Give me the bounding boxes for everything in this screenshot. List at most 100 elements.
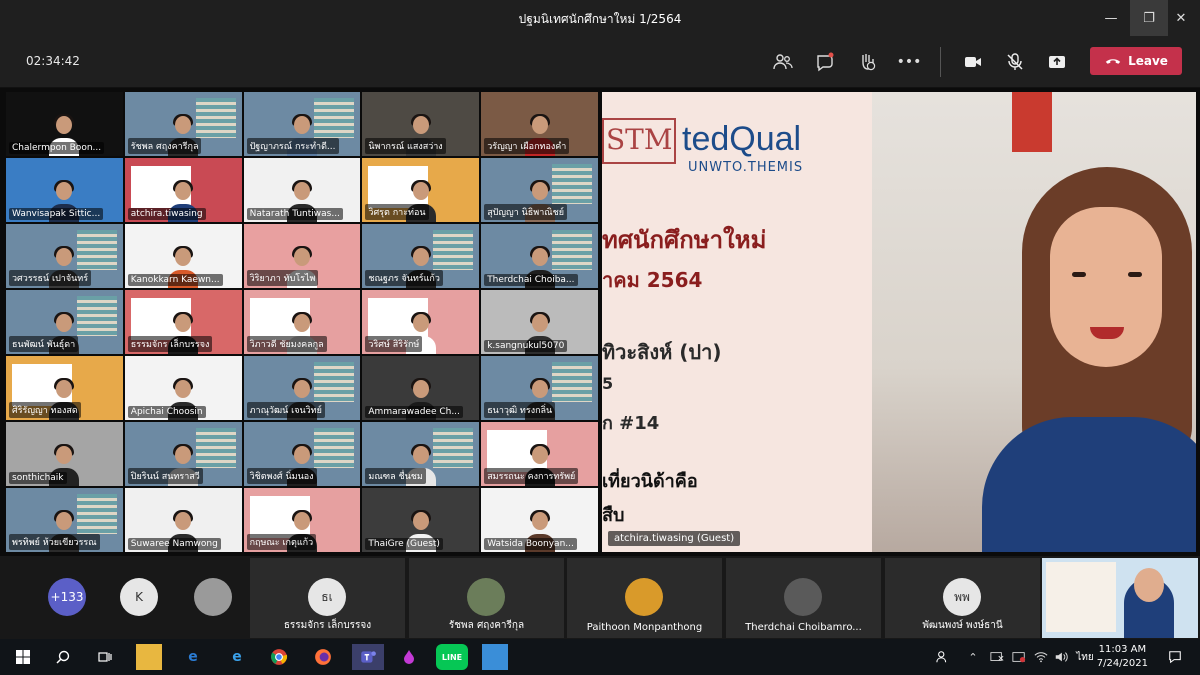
participant-name: Watsida Boonyan... bbox=[484, 538, 577, 550]
participant-tile[interactable]: นิพากรณ์ แสงสว่าง bbox=[362, 92, 480, 156]
participant-tile[interactable]: k.sangnukul5070 bbox=[481, 290, 598, 354]
building-background-image bbox=[195, 98, 236, 138]
building-background-image bbox=[76, 230, 117, 270]
chrome-icon[interactable] bbox=[266, 644, 292, 670]
participant-card[interactable]: Therdchai Choibamro... bbox=[726, 558, 881, 638]
leave-button[interactable]: Leave bbox=[1090, 47, 1182, 75]
slide-logo-unwto: UNWTO.THEMIS bbox=[688, 160, 804, 175]
letter-avatar[interactable]: K bbox=[120, 578, 158, 616]
participants-bar: +133 K ธเ ธรรมจักร เล็กบรรจง รัชพล ศฤงคารี… bbox=[0, 556, 1200, 639]
self-view-video[interactable] bbox=[1042, 558, 1198, 638]
participant-tile[interactable]: Wanvisapak Sittic... bbox=[6, 158, 123, 222]
overflow-participants-button[interactable]: +133 bbox=[48, 578, 86, 616]
participant-tile[interactable]: ปัฐญาภรณ์ กระทำดี... bbox=[243, 92, 361, 156]
paint-drop-icon[interactable] bbox=[396, 644, 422, 670]
participant-tile[interactable]: Natarath Tuntiwas... bbox=[243, 158, 361, 222]
participant-tile[interactable]: วริศษ์ สิริรักษ์ bbox=[362, 290, 480, 354]
camera-icon[interactable] bbox=[960, 49, 986, 75]
show-hidden-icons-icon[interactable]: ⌃ bbox=[960, 644, 986, 670]
participant-tile[interactable]: Suwaree Namwong bbox=[124, 488, 242, 552]
participant-tile[interactable]: ThaiGre (Guest) bbox=[362, 488, 480, 552]
reactions-icon[interactable] bbox=[854, 49, 880, 75]
participant-tile[interactable]: มณฑล ชื่นชม bbox=[362, 422, 480, 486]
participant-name: atchira.tiwasing bbox=[127, 208, 206, 220]
clock-date: 7/24/2021 bbox=[1096, 658, 1148, 669]
participant-tile[interactable]: ศิริรัญญา ทองสด bbox=[6, 356, 123, 420]
participant-tile[interactable]: ชณฐภร จันทร์แก้ว bbox=[362, 224, 480, 288]
participant-tile[interactable]: สมรรถนะ คงการทรัพย์ bbox=[481, 422, 598, 486]
title-bar: ปฐมนิเทศนักศึกษาใหม่ 1/2564 — ❐ ✕ bbox=[0, 0, 1200, 36]
participant-tile[interactable]: Ammarawadee Ch... bbox=[362, 356, 480, 420]
participant-tile[interactable]: สุปัญญา นิธิพาณิชย์ bbox=[481, 158, 598, 222]
line-app-icon[interactable]: LINE bbox=[436, 644, 468, 670]
photos-icon[interactable] bbox=[482, 644, 508, 670]
file-explorer-icon[interactable] bbox=[136, 644, 162, 670]
chat-icon[interactable] bbox=[812, 49, 838, 75]
speaker-video bbox=[982, 167, 1196, 552]
participant-tile[interactable]: Kanokkarn Kaewn... bbox=[124, 224, 242, 288]
search-icon[interactable] bbox=[50, 644, 76, 670]
featured-video[interactable]: STM tedQual UNWTO.THEMIS ทศนักศึกษาใหม่ … bbox=[602, 92, 1196, 552]
building-background-image bbox=[76, 296, 117, 336]
participant-tile[interactable]: วิริยาภา ทับโรไพ bbox=[243, 224, 361, 288]
participant-card-name: ธรรมจักร เล็กบรรจง bbox=[283, 620, 372, 631]
participant-tile[interactable]: วศวรรธน์ เปาจันทร์ bbox=[6, 224, 123, 288]
participant-tile[interactable]: ธนาวุฒิ ทรงกลิ่น bbox=[481, 356, 598, 420]
participant-tile[interactable]: Chalermpon Boon... bbox=[6, 92, 123, 156]
slide-logo-tedqual: tedQual bbox=[682, 120, 802, 158]
internet-explorer-icon[interactable]: e bbox=[224, 644, 250, 670]
participant-name: Suwaree Namwong bbox=[127, 538, 221, 550]
windows-start-icon[interactable] bbox=[10, 644, 36, 670]
participant-card-name: Therdchai Choibamro... bbox=[745, 622, 862, 633]
participant-tile[interactable]: atchira.tiwasing bbox=[124, 158, 242, 222]
people-tray-icon[interactable] bbox=[930, 644, 956, 670]
more-actions-icon[interactable]: ••• bbox=[896, 49, 922, 75]
participant-tile[interactable]: Watsida Boonyan... bbox=[481, 488, 598, 552]
close-button[interactable]: ✕ bbox=[1162, 0, 1200, 36]
participant-name: นิพากรณ์ แสงสว่าง bbox=[365, 138, 446, 154]
system-clock[interactable]: 11:03 AM 7/24/2021 bbox=[1097, 643, 1148, 671]
participant-name: Therdchai Choiba... bbox=[484, 274, 578, 286]
participant-card[interactable]: พพ พัฒนพงษ์ พงษ์ธานี bbox=[885, 558, 1040, 638]
participant-name: k.sangnukul5070 bbox=[484, 340, 568, 352]
teams-icon[interactable] bbox=[352, 644, 384, 670]
participant-tile[interactable]: วิชิตพงศ์ นิ่มนอง bbox=[243, 422, 361, 486]
participant-card[interactable]: ธเ ธรรมจักร เล็กบรรจง bbox=[250, 558, 405, 638]
participant-name: มณฑล ชื่นชม bbox=[365, 468, 426, 484]
building-background-image bbox=[552, 230, 592, 270]
participant-tile[interactable]: กฤษณะ เกตุแก้ว bbox=[243, 488, 361, 552]
participant-tile[interactable]: วิศรุต กาะท่อน bbox=[362, 158, 480, 222]
photo-avatar[interactable] bbox=[194, 578, 232, 616]
participant-name: สุปัญญา นิธิพาณิชย์ bbox=[484, 204, 568, 220]
participant-tile[interactable]: Therdchai Choiba... bbox=[481, 224, 598, 288]
minimize-button[interactable]: — bbox=[1092, 0, 1130, 36]
meeting-timer: 02:34:42 bbox=[26, 54, 80, 68]
participants-icon[interactable] bbox=[770, 49, 796, 75]
firefox-icon[interactable] bbox=[310, 644, 336, 670]
participant-name: sonthichaik bbox=[9, 472, 67, 484]
participant-tile[interactable]: พรทิพย์ ห้วยเขียวรรณ bbox=[6, 488, 123, 552]
participant-tile[interactable]: ธรรมจักร เล็กบรรจง bbox=[124, 290, 242, 354]
mic-muted-icon[interactable] bbox=[1002, 49, 1028, 75]
participant-tile[interactable]: ภาณุวัฒน์ เจนวิทย์ bbox=[243, 356, 361, 420]
building-background-image bbox=[552, 362, 592, 402]
notifications-icon[interactable] bbox=[1162, 644, 1188, 670]
participant-tile[interactable]: sonthichaik bbox=[6, 422, 123, 486]
participant-card[interactable]: รัชพล ศฤงคารีกุล bbox=[409, 558, 564, 638]
participant-tile[interactable]: วรัญญา เผือกทองคำ bbox=[481, 92, 598, 156]
participant-name: ธรรมจักร เล็กบรรจง bbox=[127, 336, 213, 352]
participant-tile[interactable]: Apichai Choosin bbox=[124, 356, 242, 420]
participant-name: วิศรุต กาะท่อน bbox=[365, 204, 429, 220]
participant-tile[interactable]: วิภาวดี ชัยมงคลกูล bbox=[243, 290, 361, 354]
input-language[interactable]: ไทย bbox=[1070, 644, 1100, 670]
participant-tile[interactable]: ธนพัฒน์ พันธุ์ดา bbox=[6, 290, 123, 354]
task-view-icon[interactable] bbox=[92, 644, 118, 670]
participant-tile[interactable]: รัชพล ศฤงคารีกุล bbox=[124, 92, 242, 156]
edge-legacy-icon[interactable]: e bbox=[180, 644, 206, 670]
phone-hangup-icon bbox=[1105, 59, 1121, 64]
share-screen-icon[interactable] bbox=[1044, 49, 1070, 75]
participant-name: Kanokkarn Kaewn... bbox=[127, 274, 223, 286]
participant-card[interactable]: Paithoon Monpanthong bbox=[567, 558, 722, 638]
slide-line-2: าคม 2564 bbox=[602, 268, 703, 292]
participant-tile[interactable]: ปิยรินน์ สนทราสวี bbox=[124, 422, 242, 486]
